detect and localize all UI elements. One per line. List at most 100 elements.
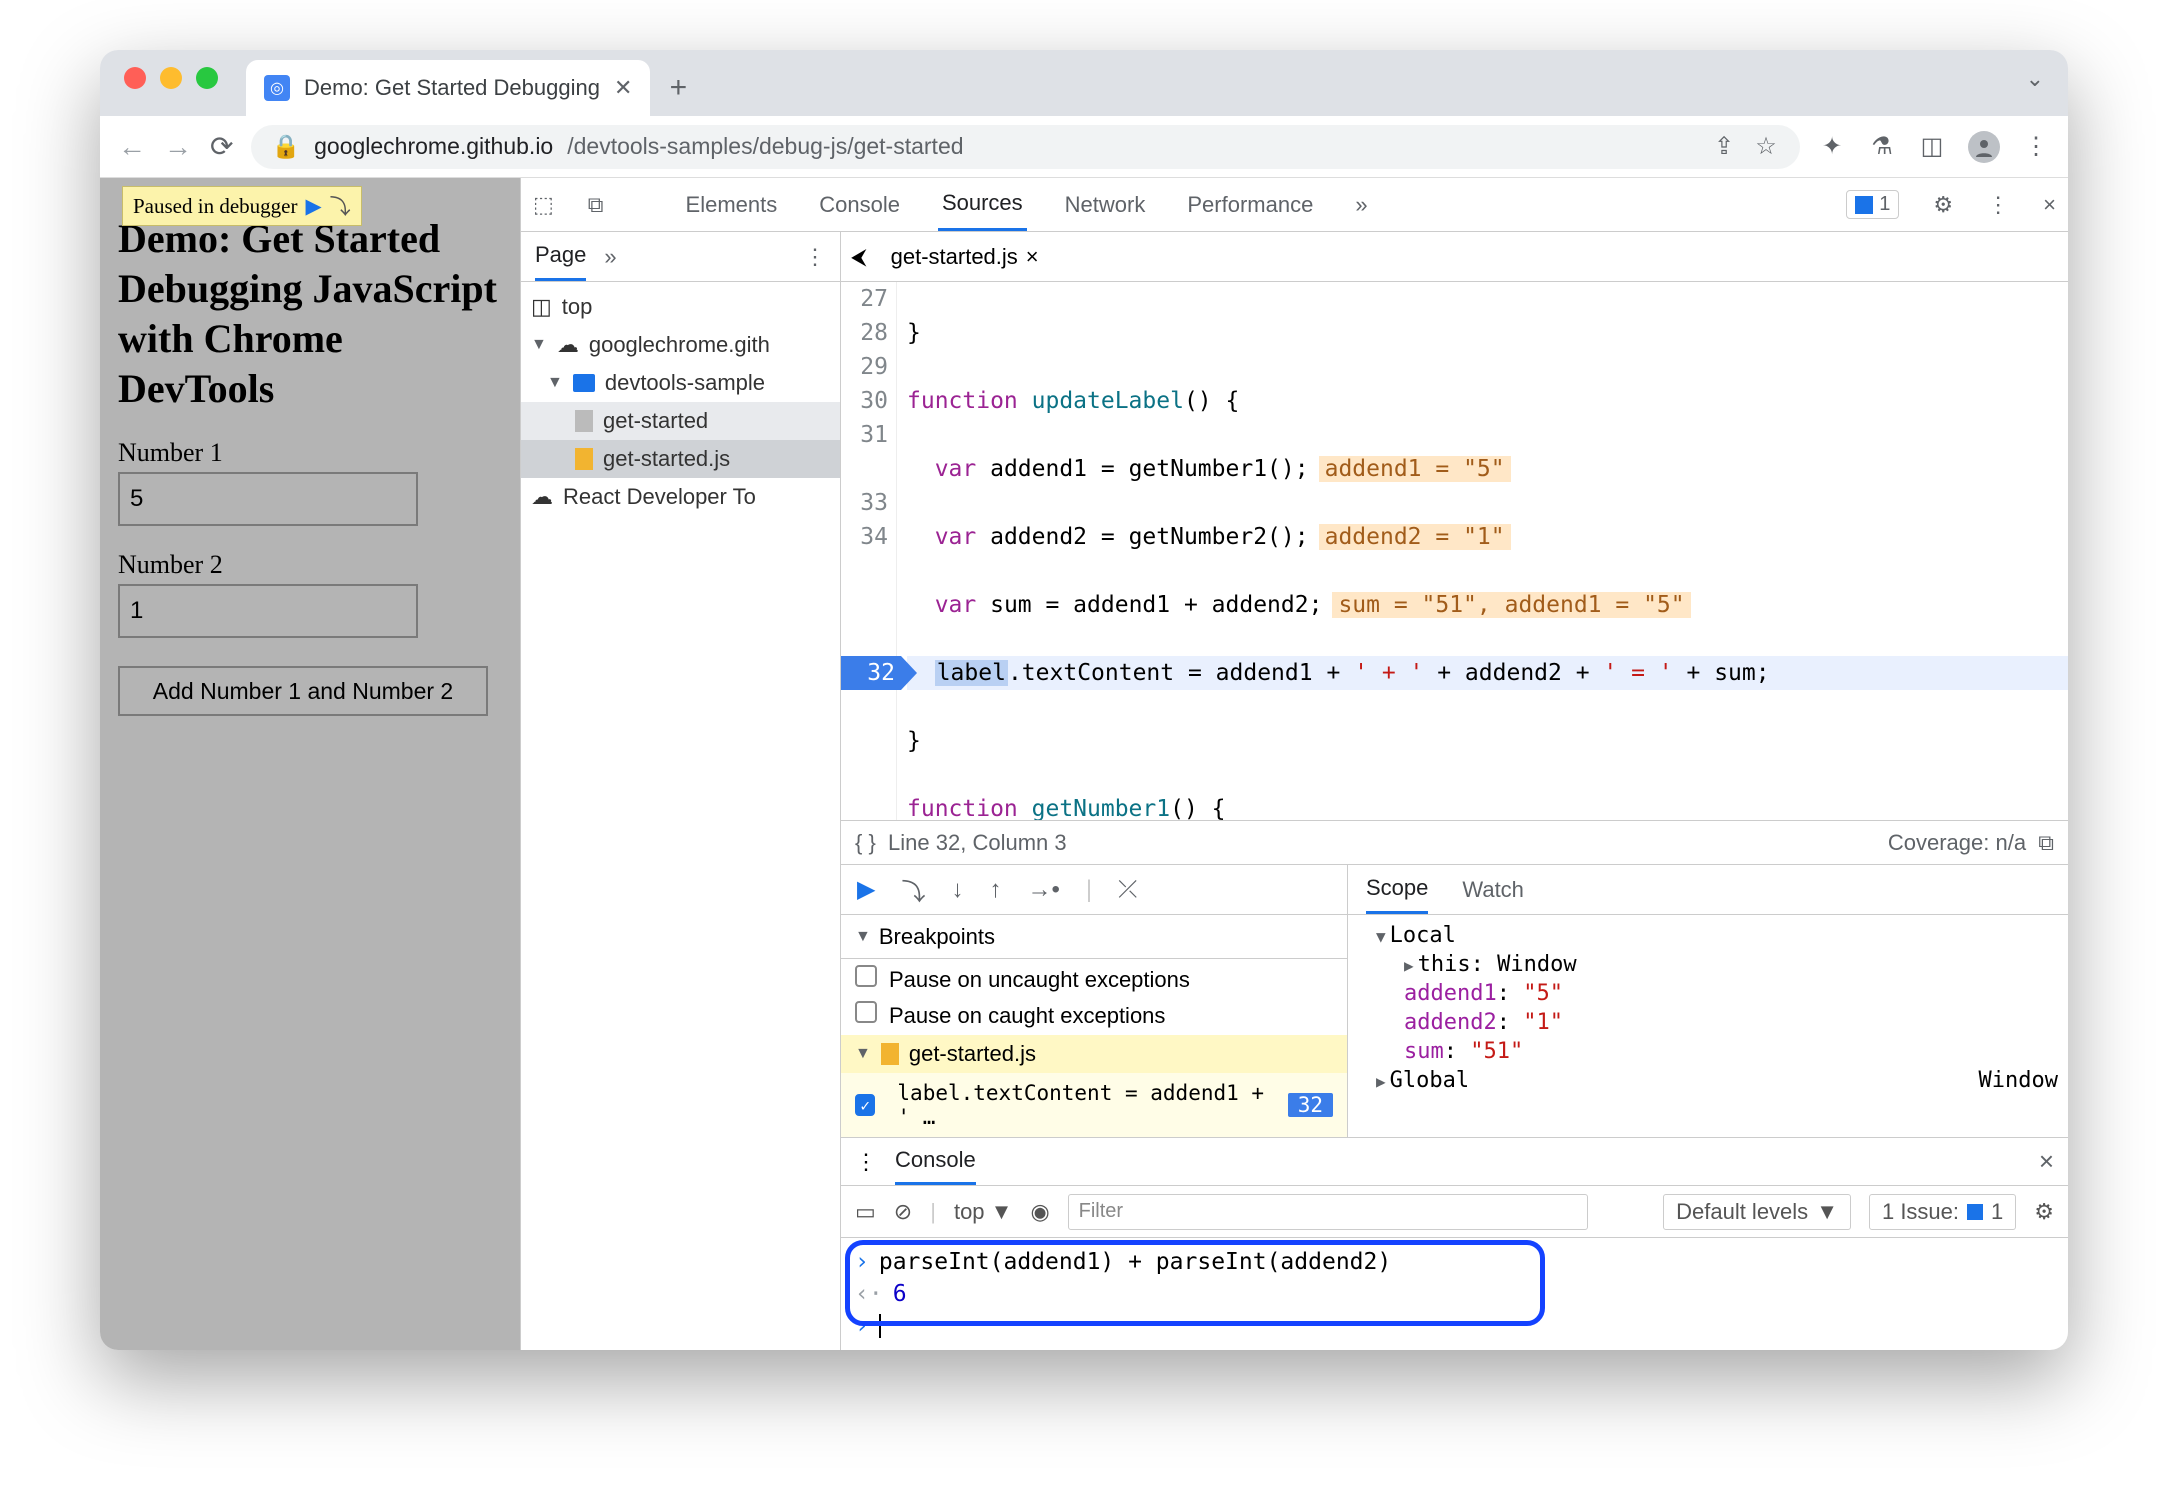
file-icon [575,410,593,432]
editor-tab-close[interactable]: × [1026,244,1039,270]
tree-file-js[interactable]: get-started.js [521,440,840,478]
tree-top[interactable]: ◫top [521,288,840,326]
breakpoint-file-row[interactable]: ▼get-started.js [841,1035,1347,1073]
toggle-navigator-icon[interactable]: ⮜ [851,244,867,270]
profile-avatar[interactable] [1968,131,2000,163]
debugger-right-pane: Scope Watch ▼Local ▶this: Window addend1… [1348,865,2068,1137]
scope-local[interactable]: ▼Local [1358,921,2058,950]
forward-button[interactable]: → [164,131,192,163]
chrome-menu-button[interactable]: ⋮ [2022,133,2050,161]
reload-button[interactable]: ⟳ [210,130,233,163]
rendered-page: Paused in debugger ▶ ⤵ Demo: Get Started… [100,178,520,1350]
sources-navigator: Page » ⋮ ◫top ▼☁googlechrome.gith ▼devto… [521,232,841,1350]
devtools-close-button[interactable]: × [2043,192,2056,218]
side-panel-icon[interactable]: ◫ [1918,133,1946,161]
navigator-tab-page[interactable]: Page [535,232,586,281]
zoom-window-button[interactable] [196,67,218,89]
labs-icon[interactable]: ⚗ [1868,133,1896,161]
navigator-overflow[interactable]: » [604,244,616,270]
step-into-button[interactable]: ↓ [951,876,963,904]
breakpoint-checkbox[interactable]: ✓ [855,1094,875,1116]
device-toggle-icon[interactable]: ⧉ [588,192,604,218]
gutter[interactable]: 27 28 29 30 31 32 33 34 [841,282,897,820]
tabs-overflow-button[interactable]: » [1351,178,1371,231]
resume-button[interactable]: ▶ [857,875,875,904]
context-selector[interactable]: top ▼ [954,1199,1012,1225]
drawer-close-button[interactable]: × [2039,1146,2054,1177]
toolbar: ← → ⟳ 🔒 googlechrome.github.io/devtools-… [100,116,2068,178]
overlay-step-button[interactable]: ⤵ [330,191,351,221]
drawer-menu[interactable]: ⋮ [855,1149,877,1175]
clear-console-button[interactable]: ⊘ [894,1199,912,1225]
favicon-icon: ◎ [264,75,290,101]
tab-console[interactable]: Console [815,178,904,231]
debugger-left-pane: ▶ ⤵ ↓ ↑ →• | ⤫ ▼Breakpoints Pause on unc… [841,865,1348,1137]
console-drawer-tab[interactable]: Console [895,1138,976,1185]
pause-uncaught-checkbox[interactable]: Pause on uncaught exceptions [855,965,1333,993]
tabs-menu-button[interactable]: ⌄ [2026,66,2044,92]
tab-network[interactable]: Network [1061,178,1150,231]
tree-host[interactable]: ▼☁googlechrome.gith [521,326,840,364]
url-host: googlechrome.github.io [314,133,553,160]
close-window-button[interactable] [124,67,146,89]
back-button[interactable]: ← [118,131,146,163]
breakpoints-section[interactable]: ▼Breakpoints [841,915,1347,959]
breakpoint-marker[interactable]: 32 [841,656,901,690]
tab-performance[interactable]: Performance [1183,178,1317,231]
deactivate-breakpoints-button[interactable]: ⤫ [1118,876,1137,904]
navigator-menu[interactable]: ⋮ [804,244,826,270]
debugger-controls: ▶ ⤵ ↓ ↑ →• | ⤫ [841,865,1347,915]
tree-file-html[interactable]: get-started [521,402,840,440]
pause-caught-checkbox[interactable]: Pause on caught exceptions [855,1001,1333,1029]
code-editor[interactable]: 27 28 29 30 31 32 33 34 } function updat… [841,282,2068,820]
window-titlebar: ◎ Demo: Get Started Debugging ✕ + ⌄ [100,50,2068,116]
log-levels-selector[interactable]: Default levels ▼ [1663,1194,1851,1230]
issues-indicator[interactable]: 1 [1846,190,1899,219]
folder-icon [573,374,595,392]
number1-input[interactable] [118,472,418,526]
file-tree: ◫top ▼☁googlechrome.gith ▼devtools-sampl… [521,282,840,516]
add-button[interactable]: Add Number 1 and Number 2 [118,666,488,716]
new-tab-button[interactable]: + [650,60,706,116]
number2-label: Number 2 [118,550,502,580]
number2-input[interactable] [118,584,418,638]
tab-elements[interactable]: Elements [682,178,782,231]
bookmark-icon[interactable]: ☆ [1752,133,1780,161]
scope-var: addend2: "1" [1358,1008,2058,1037]
address-bar[interactable]: 🔒 googlechrome.github.io/devtools-sample… [251,125,1800,169]
scope-var: sum: "51" [1358,1037,2058,1066]
editor-tabbar: ⮜ get-started.js × [841,232,2068,282]
issues-button[interactable]: 1 Issue:1 [1869,1194,2016,1230]
settings-icon[interactable]: ⚙ [1933,192,1953,218]
tab-title: Demo: Get Started Debugging [304,75,600,101]
tab-sources[interactable]: Sources [938,178,1027,231]
breakpoint-row[interactable]: ✓label.textContent = addend1 + ' …32 [841,1073,1347,1137]
editor-status: { } Line 32, Column 3 Coverage: n/a ⧉ [841,820,2068,864]
step-over-button[interactable]: ⤵ [901,872,925,907]
live-expression-button[interactable]: ◉ [1030,1199,1049,1225]
browser-tab[interactable]: ◎ Demo: Get Started Debugging ✕ [246,60,650,116]
watch-tab[interactable]: Watch [1462,877,1524,903]
devtools-panel: ⬚ ⧉ Elements Console Sources Network Per… [520,178,2068,1350]
overlay-resume-button[interactable]: ▶ [305,194,321,219]
console-settings-icon[interactable]: ⚙ [2034,1199,2054,1225]
scope-this[interactable]: ▶this: Window [1358,950,2058,979]
editor-tab[interactable]: get-started.js × [883,244,1047,270]
console-sidebar-toggle[interactable]: ▭ [855,1199,876,1225]
more-menu-icon[interactable]: ⋮ [1987,192,2009,218]
step-out-button[interactable]: ↑ [989,876,1001,904]
tree-ext[interactable]: ☁React Developer To [521,478,840,516]
extensions-icon[interactable]: ✦ [1818,133,1846,161]
devtools-tabbar: ⬚ ⧉ Elements Console Sources Network Per… [521,178,2068,232]
tab-close-button[interactable]: ✕ [614,75,632,101]
paused-in-debugger-overlay: Paused in debugger ▶ ⤵ [122,186,362,226]
minimize-window-button[interactable] [160,67,182,89]
scope-tab[interactable]: Scope [1366,865,1428,914]
inspect-icon[interactable]: ⬚ [533,192,554,218]
scope-global[interactable]: ▶GlobalWindow [1358,1066,2058,1095]
tree-folder[interactable]: ▼devtools-sample [521,364,840,402]
issue-icon [1967,1204,1983,1220]
share-icon[interactable]: ⇪ [1710,133,1738,161]
step-button[interactable]: →• [1027,876,1059,904]
console-filter-input[interactable]: Filter [1068,1194,1588,1230]
